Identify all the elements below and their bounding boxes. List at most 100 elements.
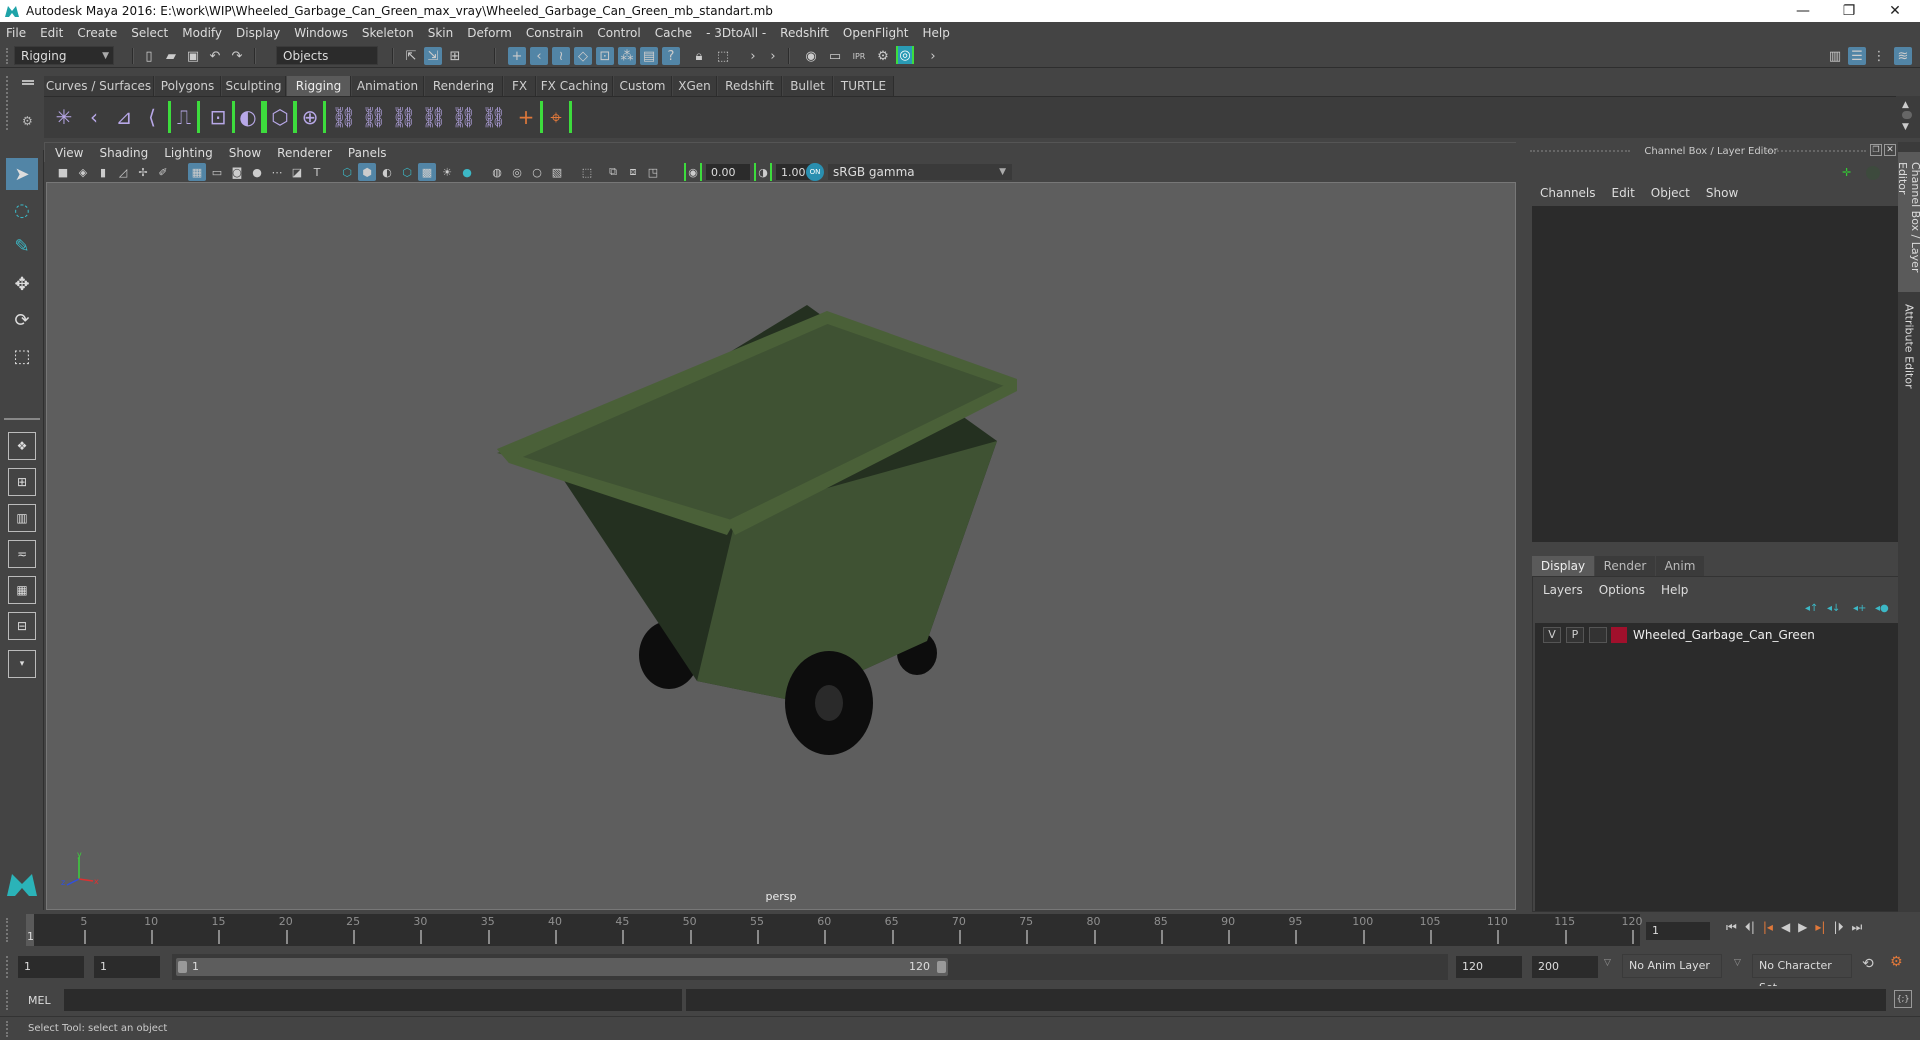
manipulator-axis-icon[interactable]: ✛ [1842, 166, 1851, 179]
film-gate-icon[interactable]: ▭ [208, 163, 226, 181]
layout-menu-icon[interactable]: ▾ [8, 650, 36, 678]
new-scene-icon[interactable]: ▯ [140, 47, 158, 65]
range-end-handle[interactable] [937, 961, 946, 973]
menu-redshift[interactable]: Redshift [780, 26, 829, 40]
xray-icon[interactable]: ⧉ [604, 163, 622, 181]
menu-3dtoall[interactable]: - 3DtoAll - [706, 26, 766, 40]
menu-edit[interactable]: Edit [40, 26, 63, 40]
depth-of-field-icon[interactable]: ▧ [548, 163, 566, 181]
chevron-down-icon[interactable]: ▽ [1734, 958, 1741, 968]
shadows-icon[interactable]: ● [458, 163, 476, 181]
object-menu[interactable]: Object [1651, 186, 1690, 200]
step-back-frame-icon[interactable]: ⏴| [1745, 920, 1755, 935]
hypershade-layout-icon[interactable]: ▦ [8, 576, 36, 604]
menu-set-dropdown[interactable]: Rigging ▼ [14, 46, 114, 65]
toolbar-grip[interactable] [6, 48, 10, 64]
menu-skeleton[interactable]: Skeleton [362, 26, 414, 40]
panel-menu-view[interactable]: View [55, 146, 83, 160]
close-panel-icon[interactable]: ✕ [1884, 144, 1896, 156]
panel-menu-show[interactable]: Show [229, 146, 261, 160]
character-set-dropdown[interactable]: No Character Set [1752, 954, 1852, 994]
scroll-up-icon[interactable]: ▲ [1902, 100, 1909, 110]
range-start-handle[interactable] [178, 961, 187, 973]
menu-constrain[interactable]: Constrain [526, 26, 584, 40]
undo-icon[interactable]: ↶ [206, 47, 224, 65]
tab-channel-box-layer-editor[interactable]: Channel Box / Layer Editor [1896, 152, 1920, 292]
paint-select-tool-icon[interactable]: ✎ [6, 230, 38, 262]
view-transform-dropdown[interactable]: sRGB gamma ▼ [828, 164, 1012, 180]
playback-start-field[interactable]: 1 [94, 956, 160, 978]
render-current-frame-icon[interactable]: ▭ [826, 47, 844, 65]
locator-icon[interactable]: + [510, 101, 542, 133]
select-handles-icon[interactable]: + [508, 47, 526, 65]
shelf-tab-curves-surfaces[interactable]: Curves / Surfaces [44, 76, 154, 96]
layer-visibility-toggle[interactable]: V [1543, 627, 1561, 643]
expand-icon[interactable]: › [924, 47, 942, 65]
gamma-icon[interactable]: ◑ [754, 163, 772, 181]
layer-playback-toggle[interactable]: P [1566, 627, 1584, 643]
time-slider[interactable]: 1 5 10 15 20 25 30 35 40 45 50 55 60 65 70 75 80 85 90 95 1… [26, 914, 1643, 946]
panel-grip[interactable] [1766, 150, 1866, 152]
selection-mode-dropdown[interactable]: Objects [276, 46, 378, 65]
select-by-component-icon[interactable]: ⊞ [446, 47, 464, 65]
bookmark-icon[interactable]: ▮ [94, 163, 112, 181]
redo-icon[interactable]: ↷ [228, 47, 246, 65]
animation-start-field[interactable]: 1 [18, 956, 84, 978]
anti-aliasing-icon[interactable]: ○ [528, 163, 546, 181]
save-scene-icon[interactable]: ▣ [184, 47, 202, 65]
minimize-button[interactable]: — [1780, 0, 1826, 22]
textured-icon[interactable]: ▩ [418, 163, 436, 181]
layer-color-swatch[interactable] [1611, 627, 1627, 643]
anim-layer-dropdown[interactable]: No Anim Layer [1622, 954, 1722, 978]
smooth-bind-icon[interactable]: ◐ [232, 101, 264, 133]
color-management-toggle[interactable]: ON [806, 163, 824, 181]
new-layer-from-selection-icon[interactable]: ◂● [1875, 603, 1889, 614]
shelf-settings-icon[interactable]: ⚙ [22, 114, 33, 128]
interactive-skin-bind-icon[interactable]: ⊕ [294, 101, 326, 133]
menu-windows[interactable]: Windows [294, 26, 348, 40]
attribute-editor-toggle-icon[interactable]: ☰ [1848, 47, 1866, 65]
render-settings-icon[interactable]: ⚙ [874, 47, 892, 65]
menu-display[interactable]: Display [236, 26, 280, 40]
animation-preferences-icon[interactable]: ⚙ [1890, 954, 1903, 970]
screen-space-ao-icon[interactable]: ◍ [488, 163, 506, 181]
shelf-tab-animation[interactable]: Animation [352, 76, 424, 96]
options-menu[interactable]: Options [1599, 583, 1645, 597]
grid-icon[interactable]: ▦ [188, 163, 206, 181]
select-deformations-icon[interactable]: ⊡ [596, 47, 614, 65]
move-layer-up-icon[interactable]: ◂↑ [1805, 603, 1818, 614]
tab-render[interactable]: Render [1595, 556, 1655, 576]
persp-graph-outliner-layout-icon[interactable]: ⊟ [8, 612, 36, 640]
menu-file[interactable]: File [6, 26, 26, 40]
safe-action-icon[interactable]: ◪ [288, 163, 306, 181]
panel-menu-shading[interactable]: Shading [99, 146, 148, 160]
xray-joints-icon[interactable]: ⧈ [624, 163, 642, 181]
lock-selection-icon[interactable]: 🔒︎ [690, 47, 708, 65]
scale-tool-icon[interactable]: ⬚ [6, 340, 38, 372]
quick-rig-icon[interactable]: ⊡ [202, 101, 234, 133]
render-view-icon[interactable]: ◉ [802, 47, 820, 65]
new-empty-layer-icon[interactable]: ◂+ [1853, 603, 1866, 614]
tab-attribute-editor[interactable]: Attribute Editor [1898, 294, 1920, 394]
menu-openflight[interactable]: OpenFlight [843, 26, 909, 40]
menu-help[interactable]: Help [922, 26, 949, 40]
shelf-tab-custom[interactable]: Custom [614, 76, 672, 96]
help-menu[interactable]: Help [1661, 583, 1688, 597]
select-tool-icon[interactable]: ➤ [6, 158, 38, 190]
menu-control[interactable]: Control [597, 26, 640, 40]
shelf-scroller[interactable]: ▲ ▼ [1896, 96, 1920, 138]
shelf-grip[interactable] [6, 76, 10, 130]
float-panel-icon[interactable]: ❐ [1870, 144, 1882, 156]
shelf-tab-rigging[interactable]: Rigging [287, 76, 351, 96]
field-chart-icon[interactable]: ⋯ [268, 163, 286, 181]
open-scene-icon[interactable]: ▰ [162, 47, 180, 65]
perspective-viewport[interactable]: y x z persp [46, 182, 1516, 910]
create-ikspline-icon[interactable]: ⟨ [136, 101, 168, 133]
pin-locator-icon[interactable]: ⌖ [540, 101, 572, 133]
safe-title-icon[interactable]: T [308, 163, 326, 181]
default-material-icon[interactable]: ◐ [378, 163, 396, 181]
panel-menu-renderer[interactable]: Renderer [277, 146, 332, 160]
menu-create[interactable]: Create [77, 26, 117, 40]
select-by-hierarchy-icon[interactable]: ⇱ [402, 47, 420, 65]
exposure-field[interactable]: 0.00 [706, 164, 750, 180]
